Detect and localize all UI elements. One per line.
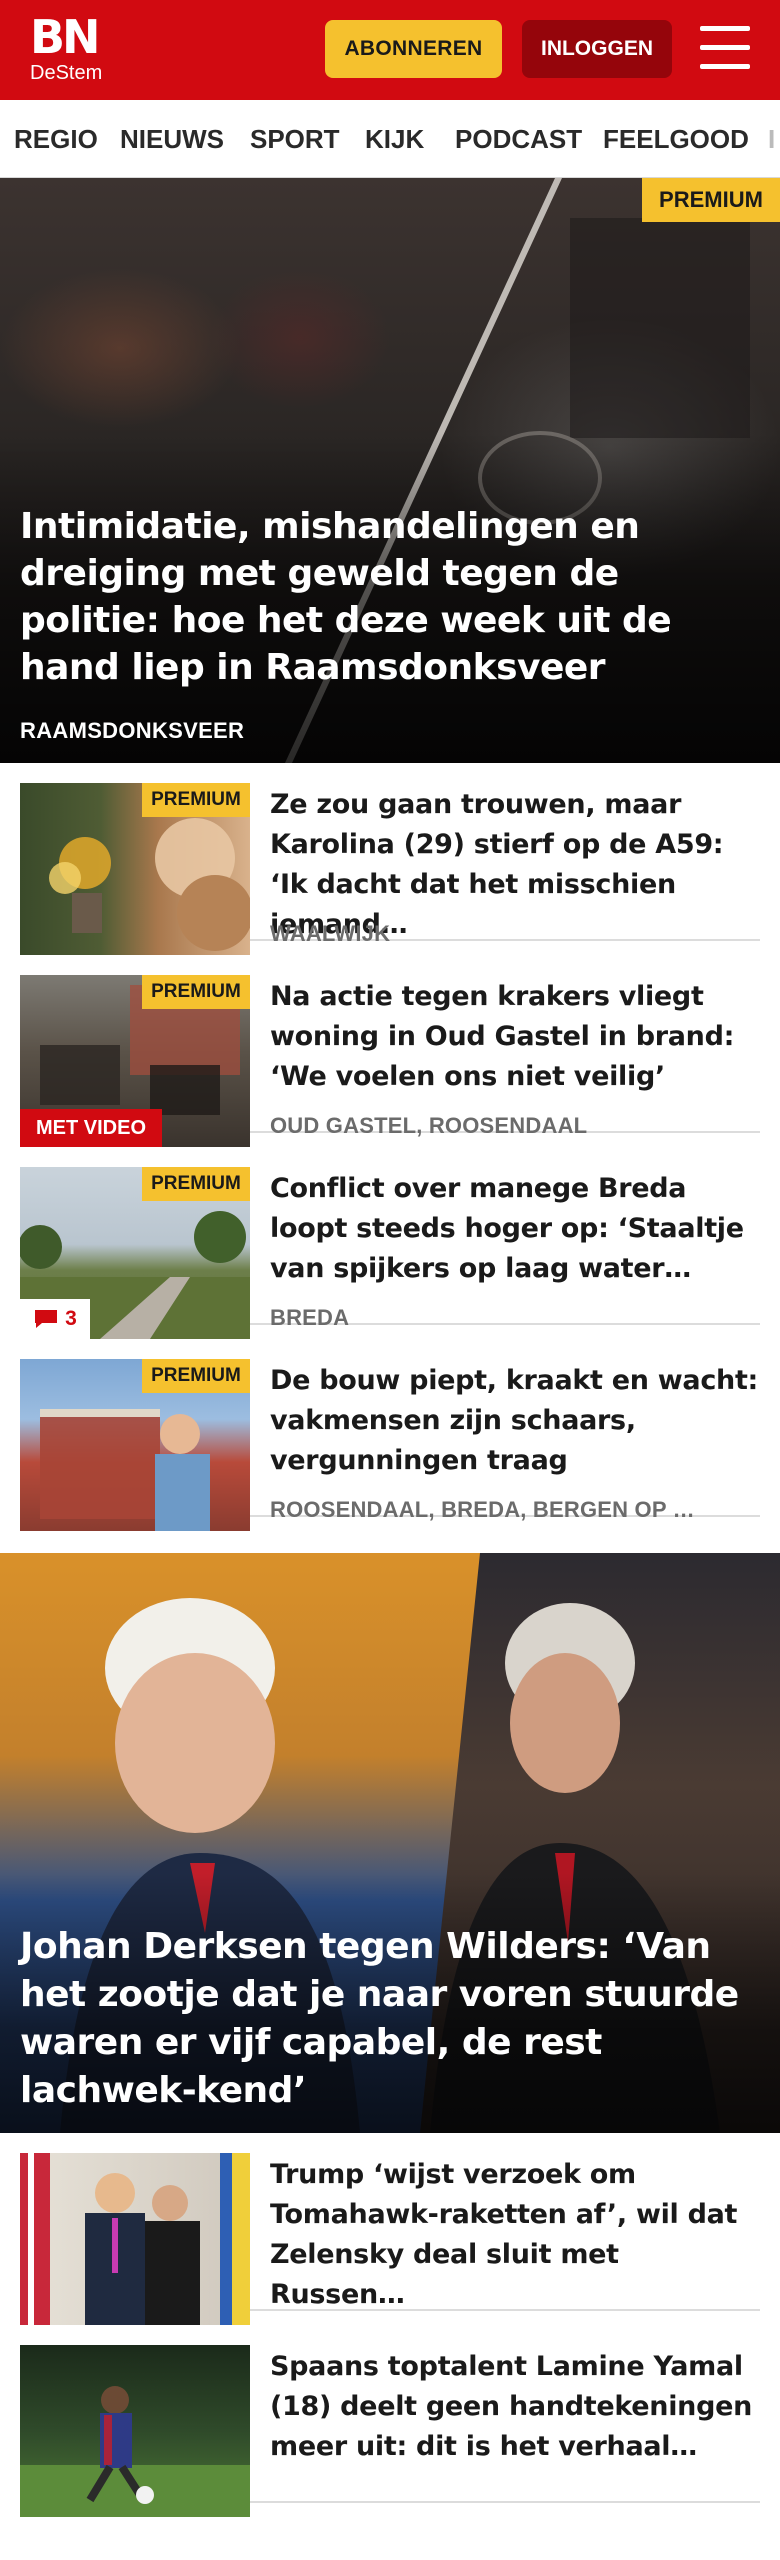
article-location: ROOSENDAAL, BREDA, BERGEN OP … xyxy=(270,1497,695,1522)
premium-badge: PREMIUM xyxy=(142,975,250,1009)
article-thumbnail: PREMIUM xyxy=(20,1359,250,1531)
hero-headline[interactable]: Intimidatie, mishandelingen en dreiging … xyxy=(20,503,760,691)
article-item[interactable]: PREMIUM De bouw piept, kraakt en wacht: … xyxy=(20,1339,760,1531)
logo-sub: DeStem xyxy=(30,62,103,84)
premium-badge: PREMIUM xyxy=(642,178,780,222)
article-headline[interactable]: Trump ‘wijst verzoek om Tomahawk-rakette… xyxy=(270,2155,760,2315)
featured-article[interactable]: Johan Derksen tegen Wilders: ‘Van het zo… xyxy=(0,1553,780,2133)
article-headline[interactable]: Na actie tegen krakers vliegt woning in … xyxy=(270,977,760,1097)
site-header: BN DeStem ABONNEREN INLOGGEN xyxy=(0,0,780,100)
comment-count-badge[interactable]: 3 xyxy=(20,1299,90,1339)
nav-item-sport[interactable]: SPORT xyxy=(250,100,340,177)
hamburger-menu-icon[interactable] xyxy=(700,26,750,70)
site-logo[interactable]: BN DeStem xyxy=(30,14,120,86)
nav-item-podcast[interactable]: PODCAST xyxy=(455,100,582,177)
article-thumbnail: PREMIUM MET VIDEO xyxy=(20,975,250,1147)
section-nav: REGIO NIEUWS SPORT KIJK PODCAST FEELGOOD… xyxy=(0,100,780,178)
article-item[interactable]: Spaans toptalent Lamine Yamal (18) deelt… xyxy=(20,2325,760,2517)
hero-article[interactable]: PREMIUM Intimidatie, mishandelingen en d… xyxy=(0,178,780,763)
article-location: OUD GASTEL, ROOSENDAAL xyxy=(270,1113,588,1138)
subscribe-button[interactable]: ABONNEREN xyxy=(325,20,502,78)
featured-headline[interactable]: Johan Derksen tegen Wilders: ‘Van het zo… xyxy=(20,1923,765,2115)
article-headline[interactable]: Spaans toptalent Lamine Yamal (18) deelt… xyxy=(270,2347,760,2467)
comment-count: 3 xyxy=(65,1307,77,1330)
article-thumbnail: PREMIUM xyxy=(20,783,250,955)
premium-badge: PREMIUM xyxy=(142,783,250,817)
nav-item-regio[interactable]: REGIO xyxy=(14,100,98,177)
article-thumbnail: PREMIUM 3 xyxy=(20,1167,250,1339)
login-button[interactable]: INLOGGEN xyxy=(522,20,672,78)
article-location: BREDA xyxy=(270,1305,350,1330)
article-headline[interactable]: De bouw piept, kraakt en wacht: vakmense… xyxy=(270,1361,760,1481)
article-item[interactable]: PREMIUM 3 Conflict over manege Breda loo… xyxy=(20,1147,760,1339)
article-thumbnail xyxy=(20,2153,250,2325)
comment-icon xyxy=(35,1310,58,1328)
logo-main: BN xyxy=(30,10,101,64)
article-item[interactable]: PREMIUM MET VIDEO Na actie tegen krakers… xyxy=(20,955,760,1147)
article-thumbnail xyxy=(20,2345,250,2517)
article-item[interactable]: PREMIUM Ze zou gaan trouwen, maar Karoli… xyxy=(20,763,760,955)
nav-more-indicator: I xyxy=(768,124,776,154)
premium-badge: PREMIUM xyxy=(142,1359,250,1393)
hero-location: RAAMSDONKSVEER xyxy=(20,718,245,743)
article-item[interactable]: Trump ‘wijst verzoek om Tomahawk-rakette… xyxy=(20,2133,760,2325)
nav-item-kijk[interactable]: KIJK xyxy=(365,100,424,177)
video-badge: MET VIDEO xyxy=(20,1109,162,1147)
nav-item-nieuws[interactable]: NIEUWS xyxy=(120,100,224,177)
nav-item-feelgood[interactable]: FEELGOOD xyxy=(603,100,749,177)
article-headline[interactable]: Conflict over manege Breda loopt steeds … xyxy=(270,1169,760,1289)
premium-badge: PREMIUM xyxy=(142,1167,250,1201)
article-location: WAALWIJK xyxy=(270,921,391,946)
